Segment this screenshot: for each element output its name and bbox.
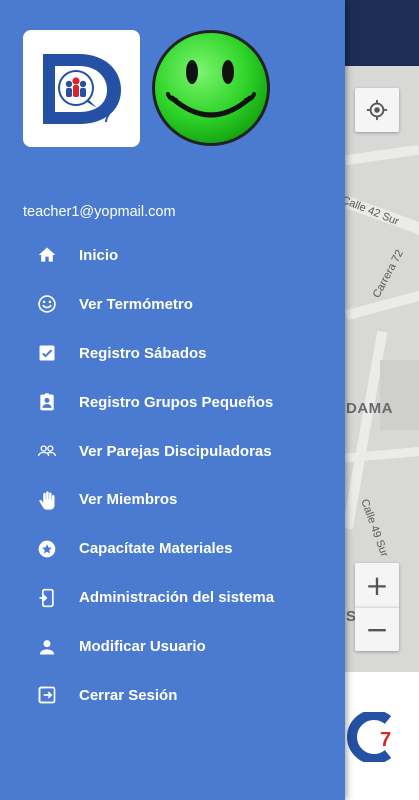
star-circle-icon <box>36 538 58 560</box>
menu-item-label: Modificar Usuario <box>79 638 206 656</box>
menu-item-label: Cerrar Sesión <box>79 686 178 704</box>
my-location-button[interactable] <box>355 88 399 132</box>
menu-item-cerrar-sesion[interactable]: Cerrar Sesión <box>0 671 345 720</box>
zoom-in-button[interactable]: + <box>355 563 399 607</box>
map-block <box>380 360 419 430</box>
home-icon <box>36 244 58 266</box>
menu-item-registro-sabados[interactable]: Registro Sábados <box>0 329 345 378</box>
menu-item-label: Inicio <box>79 246 119 264</box>
menu-item-label: Registro Sábados <box>79 344 207 362</box>
menu-item-label: Administración del sistema <box>79 589 275 607</box>
map-road <box>344 144 419 166</box>
menu-item-administracion-sistema[interactable]: Administración del sistema <box>0 573 345 622</box>
crosshair-icon <box>366 99 388 121</box>
badge-icon <box>36 391 58 413</box>
menu-item-ver-miembros[interactable]: Ver Miembros <box>0 475 345 524</box>
checkbox-icon <box>36 342 58 364</box>
app-logo: 7 <box>23 30 140 147</box>
app-logo-icon: 7 <box>344 710 404 767</box>
people-icon <box>36 440 58 462</box>
drawer-menu: Inicio Ver Termómetro Registro Sábados R… <box>0 231 345 720</box>
svg-text:7: 7 <box>103 109 111 125</box>
menu-item-label: Ver Termómetro <box>79 295 193 313</box>
street-label: Calle 49 Sur <box>358 497 391 559</box>
user-avatar <box>150 28 272 148</box>
svg-text:7: 7 <box>380 729 391 751</box>
menu-item-ver-termometro[interactable]: Ver Termómetro <box>0 280 345 329</box>
zoom-out-button[interactable]: − <box>355 607 399 651</box>
menu-item-modificar-usuario[interactable]: Modificar Usuario <box>0 622 345 671</box>
menu-item-inicio[interactable]: Inicio <box>0 231 345 280</box>
menu-item-registro-grupos-pequenos[interactable]: Registro Grupos Pequeños <box>0 378 345 427</box>
logout-icon <box>36 684 58 706</box>
app-logo-d7-icon: 7 <box>42 53 121 125</box>
smiley-face-icon <box>152 30 270 146</box>
hand-icon <box>36 489 58 511</box>
menu-item-label: Ver Miembros <box>79 491 178 509</box>
navigation-drawer: 7 teacher1@yopmail.com Inicio Ver Termóm… <box>0 0 345 800</box>
street-label: Carrera 72 <box>370 247 406 301</box>
menu-item-capacitate-materiales[interactable]: Capacítate Materiales <box>0 524 345 573</box>
street-label: DAMA <box>346 400 393 417</box>
menu-item-label: Capacítate Materiales <box>79 540 233 558</box>
smiley-icon <box>36 293 58 315</box>
person-icon <box>36 636 58 658</box>
menu-item-label: Ver Parejas Discipuladoras <box>79 442 272 460</box>
menu-item-ver-parejas-discipuladoras[interactable]: Ver Parejas Discipuladoras <box>0 427 345 476</box>
menu-item-label: Registro Grupos Pequeños <box>79 393 274 411</box>
phone-exit-icon <box>36 587 58 609</box>
user-email: teacher1@yopmail.com <box>23 204 176 220</box>
